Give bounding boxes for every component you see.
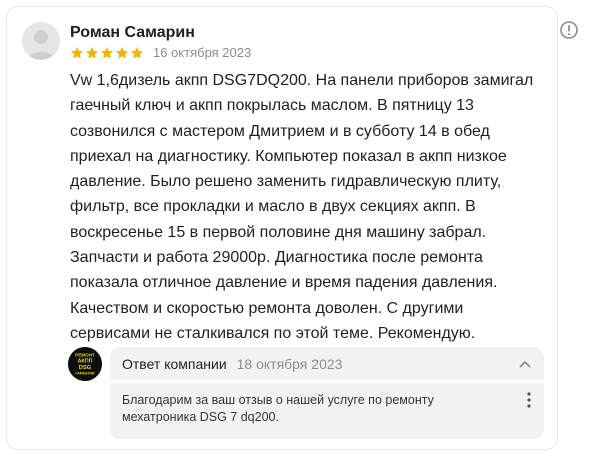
company-reply-title: Ответ компании	[122, 356, 227, 372]
star-icon	[131, 46, 143, 58]
logo-line-1: РЕМОНТ	[75, 353, 95, 358]
more-vertical-icon[interactable]	[526, 391, 532, 409]
reply-divider	[110, 380, 544, 383]
star-icon	[86, 46, 98, 58]
logo-line-3: DSG	[79, 365, 92, 371]
star-rating	[70, 46, 144, 60]
company-logo[interactable]: РЕМОНТ АКПП DSG ГАРАНТИЯ	[68, 347, 102, 381]
company-reply-date: 18 октября 2023	[236, 356, 343, 372]
review-author-name[interactable]: Роман Самарин	[70, 24, 195, 42]
star-icon	[116, 46, 128, 58]
chevron-up-icon[interactable]	[518, 357, 532, 371]
user-avatar[interactable]	[22, 22, 60, 60]
logo-line-4: ГАРАНТИЯ	[75, 372, 94, 376]
review-body-text: Vw 1,6дизель акпп DSG7DQ200. На панели п…	[70, 72, 534, 342]
company-reply-header[interactable]: Ответ компании 18 октября 2023	[122, 356, 342, 372]
rating-row: 16 октября 2023	[70, 45, 251, 60]
star-icon	[71, 46, 83, 58]
user-silhouette-icon	[22, 22, 60, 60]
star-icon	[101, 46, 113, 58]
logo-line-2: АКПП	[78, 359, 93, 365]
company-reply-text: Благодарим за ваш отзыв о нашей услуге п…	[122, 393, 434, 424]
company-logo-graphic: РЕМОНТ АКПП DSG ГАРАНТИЯ	[68, 347, 102, 381]
company-reply-box: Ответ компании 18 октября 2023 Благодари…	[110, 347, 544, 439]
info-circle-icon[interactable]	[559, 20, 579, 40]
review-date: 16 октября 2023	[153, 45, 252, 60]
